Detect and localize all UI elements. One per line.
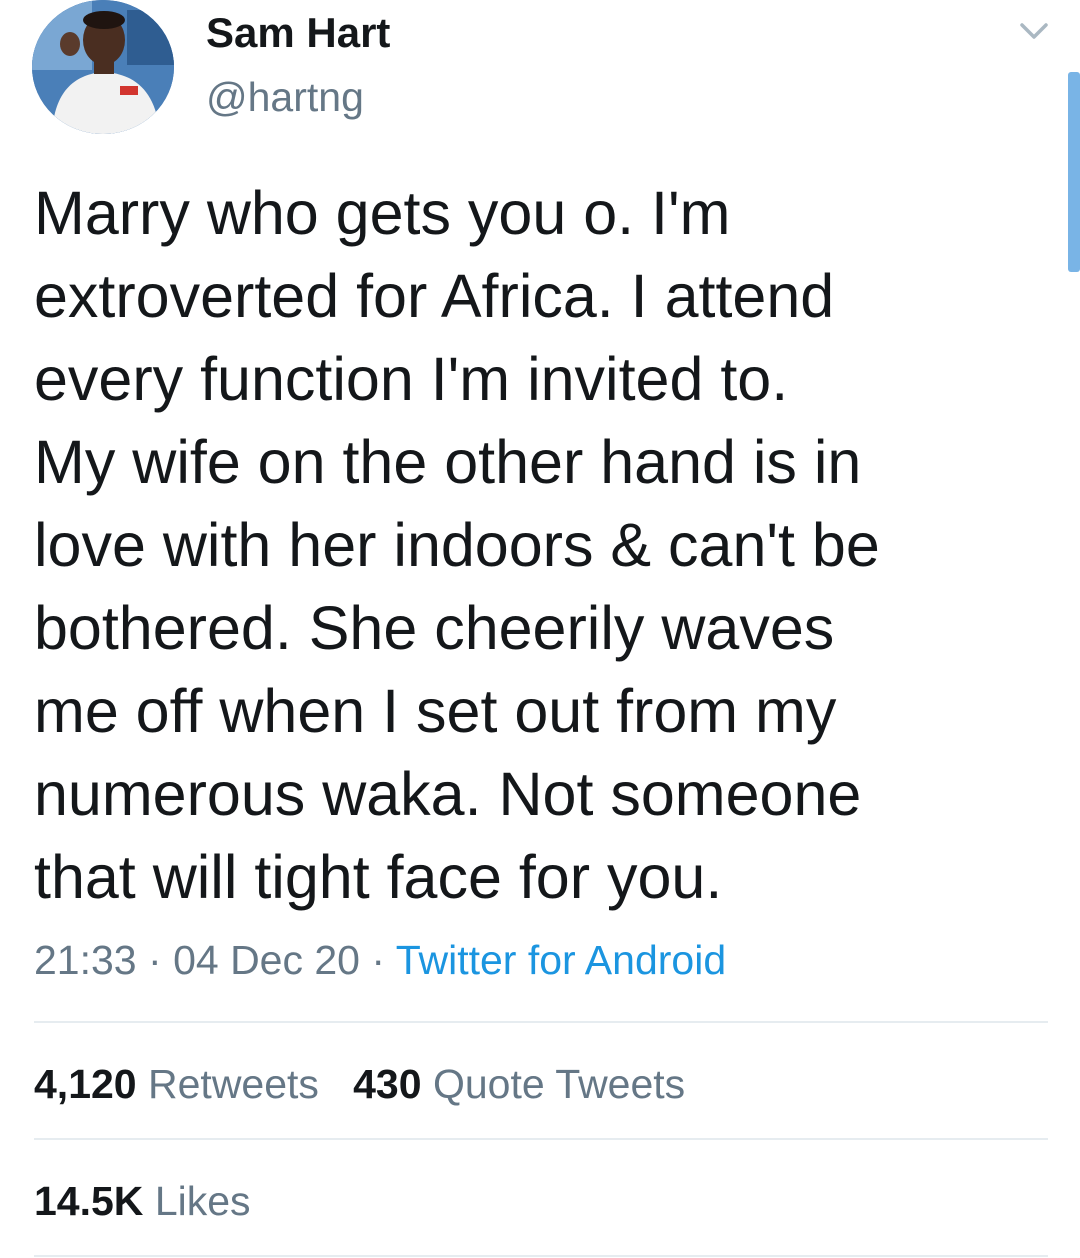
tweet-text-line: numerous waka. Not someone <box>34 760 862 828</box>
divider <box>34 1255 1048 1257</box>
likes-stat[interactable]: 14.5K Likes <box>34 1178 251 1224</box>
tweet-text-line: My wife on the other hand is in <box>34 428 862 496</box>
divider <box>34 1021 1048 1023</box>
tweet-text-line: every function I'm invited to. <box>34 345 789 413</box>
meta-separator: · <box>148 937 162 983</box>
tweet-text-line: bothered. She cheerily waves <box>34 594 835 662</box>
tweet-meta: 21:33 · 04 Dec 20 · Twitter for Android <box>34 932 726 988</box>
tweet-date[interactable]: 04 Dec 20 <box>173 937 360 983</box>
chevron-down-icon[interactable] <box>1016 16 1052 46</box>
scrollbar[interactable] <box>1068 72 1080 272</box>
quote-tweets-stat[interactable]: 430 Quote Tweets <box>353 1061 685 1107</box>
tweet-text-line: me off when I set out from my <box>34 677 837 745</box>
avatar-photo <box>32 0 174 134</box>
tweet-text-line: extroverted for Africa. I attend <box>34 262 835 330</box>
retweets-stat[interactable]: 4,120 Retweets <box>34 1061 319 1107</box>
tweet-time[interactable]: 21:33 <box>34 937 137 983</box>
retweets-label: Retweets <box>148 1061 319 1107</box>
meta-separator: · <box>371 937 386 983</box>
likes-row: 14.5K Likes <box>34 1176 251 1226</box>
tweet-source-link[interactable]: Twitter for Android <box>396 937 726 983</box>
engagement-row: 4,120 Retweets 430 Quote Tweets <box>34 1059 685 1109</box>
tweet-text-line: that will tight face for you. <box>34 843 723 911</box>
avatar[interactable] <box>32 0 174 134</box>
tweet-text-line: love with her indoors & can't be <box>34 511 880 579</box>
tweet-text: Marry who gets you o. I'm extroverted fo… <box>34 172 1024 919</box>
divider <box>34 1138 1048 1140</box>
quote-tweets-label: Quote Tweets <box>432 1061 686 1107</box>
tweet-text-line: Marry who gets you o. I'm <box>34 179 731 247</box>
likes-label: Likes <box>154 1178 251 1224</box>
likes-count: 14.5K <box>34 1178 144 1224</box>
quote-tweets-count: 430 <box>353 1061 422 1107</box>
retweets-count: 4,120 <box>34 1061 137 1107</box>
user-handle[interactable]: @hartng <box>206 72 364 122</box>
user-display-name[interactable]: Sam Hart <box>206 8 390 58</box>
